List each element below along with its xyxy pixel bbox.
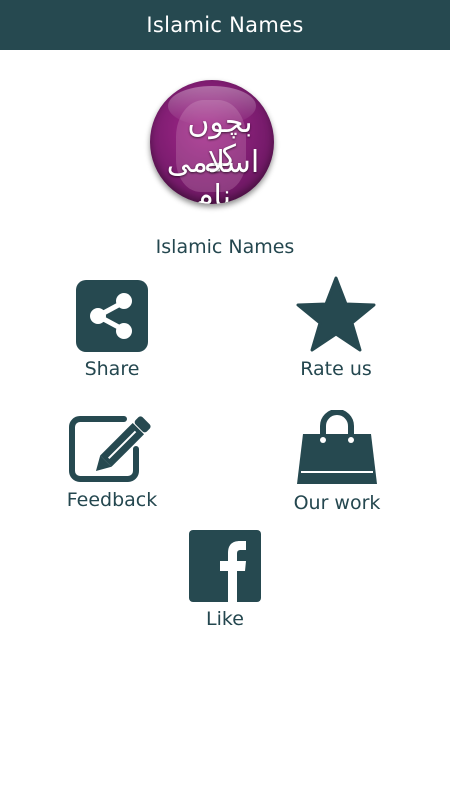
share-label: Share [84, 358, 140, 380]
shopping-bag-icon [297, 410, 377, 484]
share-icon [76, 280, 148, 352]
share-button[interactable]: Share [62, 280, 162, 380]
star-icon [296, 276, 376, 352]
edit-icon [69, 416, 151, 482]
app-bar-title: Islamic Names [146, 13, 304, 37]
rate-us-label: Rate us [300, 358, 372, 380]
facebook-icon [189, 530, 261, 602]
feedback-button[interactable]: Feedback [52, 413, 172, 511]
feedback-label: Feedback [66, 489, 158, 511]
like-label: Like [206, 608, 244, 630]
app-logo: بچوں کے اسلامی نام [150, 80, 274, 204]
logo-text-line2: اسلامی نام [166, 145, 260, 205]
app-bar: Islamic Names [0, 0, 450, 50]
rate-us-button[interactable]: Rate us [286, 276, 386, 380]
our-work-label: Our work [293, 492, 381, 514]
our-work-button[interactable]: Our work [282, 410, 392, 514]
like-button[interactable]: Like [175, 530, 275, 630]
app-name: Islamic Names [155, 236, 295, 258]
